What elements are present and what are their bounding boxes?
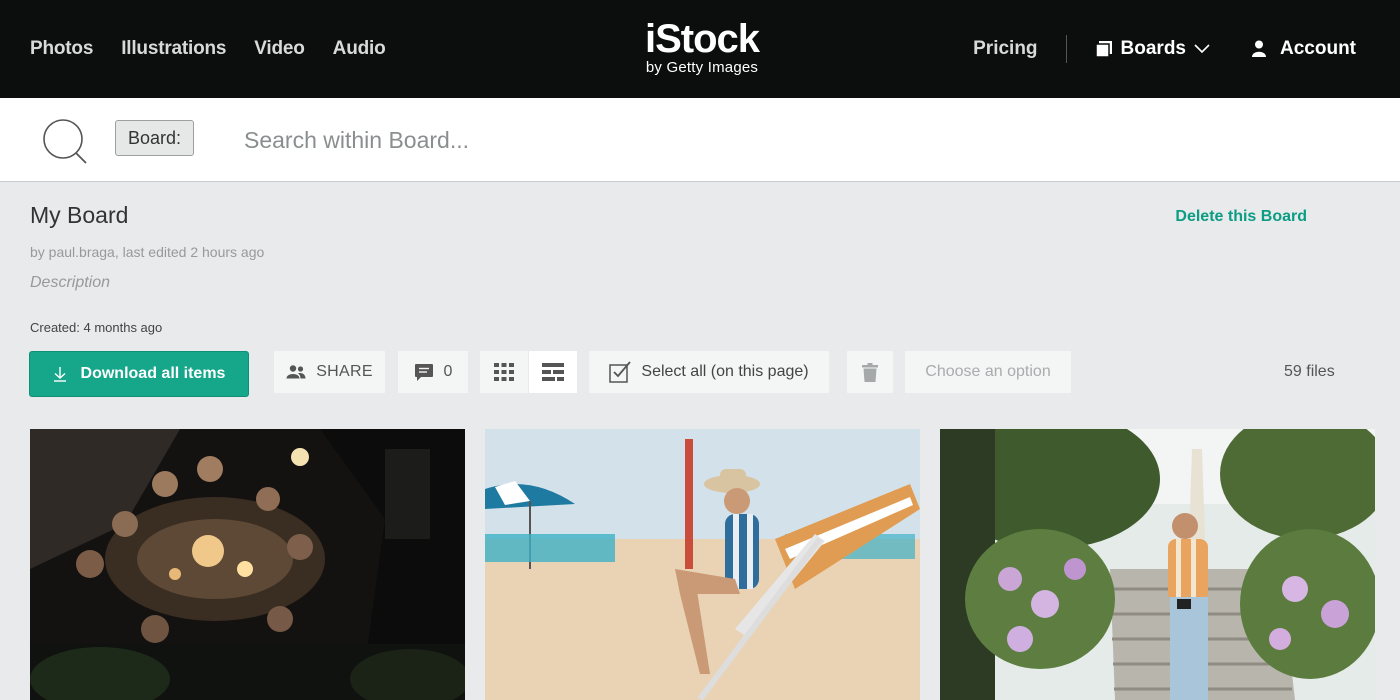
- select-checkbox-icon: [609, 361, 632, 383]
- boards-menu[interactable]: Boards: [1094, 38, 1210, 60]
- user-icon: [1252, 40, 1266, 57]
- search-input[interactable]: [244, 120, 1044, 160]
- share-button[interactable]: SHARE: [274, 351, 385, 393]
- nav-link-audio[interactable]: Audio: [333, 38, 386, 60]
- istock-logo[interactable]: iStock by Getty Images: [636, 18, 768, 80]
- dinner-party-photo: [30, 429, 465, 700]
- comment-icon: [414, 363, 433, 381]
- download-icon: [53, 367, 66, 382]
- nav-left: Photos Illustrations Video Audio: [30, 0, 386, 98]
- search-bar: Board:: [0, 98, 1400, 182]
- select-all-button[interactable]: Select all (on this page): [589, 351, 829, 393]
- board-image-garden-stairs[interactable]: [940, 429, 1375, 700]
- board-image-dinner-party[interactable]: [30, 429, 465, 700]
- garden-stairs-photo: [940, 429, 1375, 700]
- nav-link-pricing[interactable]: Pricing: [973, 38, 1037, 60]
- chevron-down-icon: [1194, 44, 1210, 54]
- board-meta: by paul.braga, last edited 2 hours ago: [30, 244, 265, 260]
- download-all-button[interactable]: Download all items: [29, 351, 249, 397]
- nav-divider: [1065, 35, 1067, 63]
- board-scope-chip[interactable]: Board:: [115, 120, 195, 156]
- download-all-label: Download all items: [80, 365, 226, 382]
- comments-button[interactable]: 0: [398, 351, 468, 393]
- logo-main-text: iStock: [644, 17, 760, 61]
- comment-count: 0: [443, 363, 453, 380]
- board-image-beach-chair[interactable]: [485, 429, 920, 700]
- board-created: Created: 4 months ago: [30, 320, 163, 335]
- nav-link-illustrations[interactable]: Illustrations: [121, 38, 226, 60]
- grid-view-button[interactable]: [480, 351, 528, 393]
- delete-board-link[interactable]: Delete this Board: [1175, 208, 1307, 226]
- board-title: My Board: [30, 202, 129, 228]
- account-label: Account: [1280, 38, 1356, 59]
- nav-link-video[interactable]: Video: [254, 38, 305, 60]
- select-all-label: Select all (on this page): [641, 363, 809, 380]
- mosaic-view-button[interactable]: [529, 351, 577, 393]
- board-description[interactable]: Description: [30, 274, 110, 292]
- list-view-icon: [542, 363, 564, 381]
- bulk-action-select[interactable]: Choose an option: [905, 351, 1071, 393]
- account-menu[interactable]: Account: [1252, 38, 1356, 60]
- logo-sub-text: by Getty Images: [645, 59, 759, 76]
- grid-view-icon: [494, 363, 514, 381]
- nav-link-photos[interactable]: Photos: [30, 38, 93, 60]
- files-count: 59 files: [1284, 363, 1335, 380]
- top-navigation: Photos Illustrations Video Audio iStock …: [0, 0, 1400, 98]
- delete-selected-button[interactable]: [847, 351, 893, 393]
- share-people-icon: [286, 365, 306, 379]
- nav-right: Pricing Boards Account: [973, 0, 1356, 98]
- share-label: SHARE: [316, 363, 373, 380]
- boards-label: Boards: [1120, 38, 1186, 59]
- beach-chair-photo: [485, 429, 920, 700]
- trash-icon: [862, 362, 878, 382]
- search-icon[interactable]: [42, 118, 88, 164]
- boards-icon: [1094, 41, 1112, 58]
